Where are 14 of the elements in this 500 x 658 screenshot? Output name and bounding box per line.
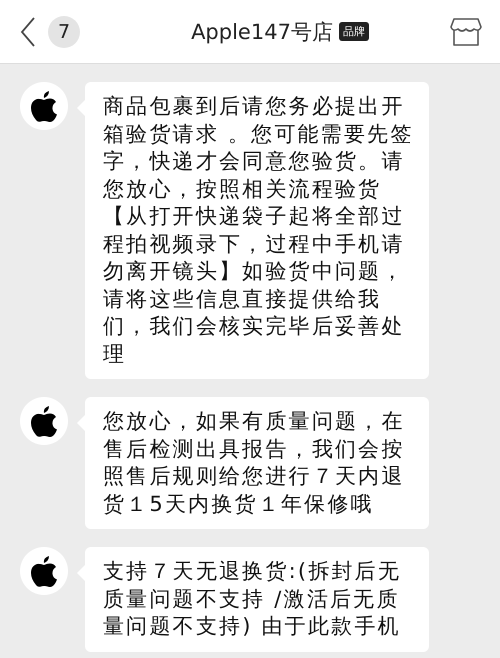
shop-title: Apple147号店 [191, 18, 333, 46]
message-text: 您放心，如果有质量问题，在售后检测出具报告，我们会按照售后规则给您进行７天内退货１5天内换货１年保修哦 [103, 409, 405, 516]
avatar[interactable] [20, 397, 68, 445]
apple-icon [31, 406, 57, 436]
avatar[interactable] [20, 82, 68, 130]
back-icon[interactable] [20, 16, 36, 46]
unread-count: 7 [48, 16, 80, 48]
apple-icon [31, 556, 57, 586]
apple-icon [31, 90, 57, 122]
message-text: 商品包裹到后请您务必提出开箱验货请求 。您可能需要先签字，快递才会同意您验货。请您放心，按照相关流程验货【从打开快递袋子起将全部过程拍视频录下，过程中手机请勿离开镜头】如验货中问题，请将这些信息直接提供给我们，我们会核实完毕后妥善处理 [103, 94, 414, 366]
avatar[interactable] [20, 547, 68, 595]
brand-tag: 品牌 [338, 22, 369, 41]
store-icon[interactable] [450, 16, 482, 46]
message-text: 支持７天无退换货:(拆封后无质量问题不支持 /激活后无质量问题不支持) 由于此款手机 [103, 559, 402, 638]
